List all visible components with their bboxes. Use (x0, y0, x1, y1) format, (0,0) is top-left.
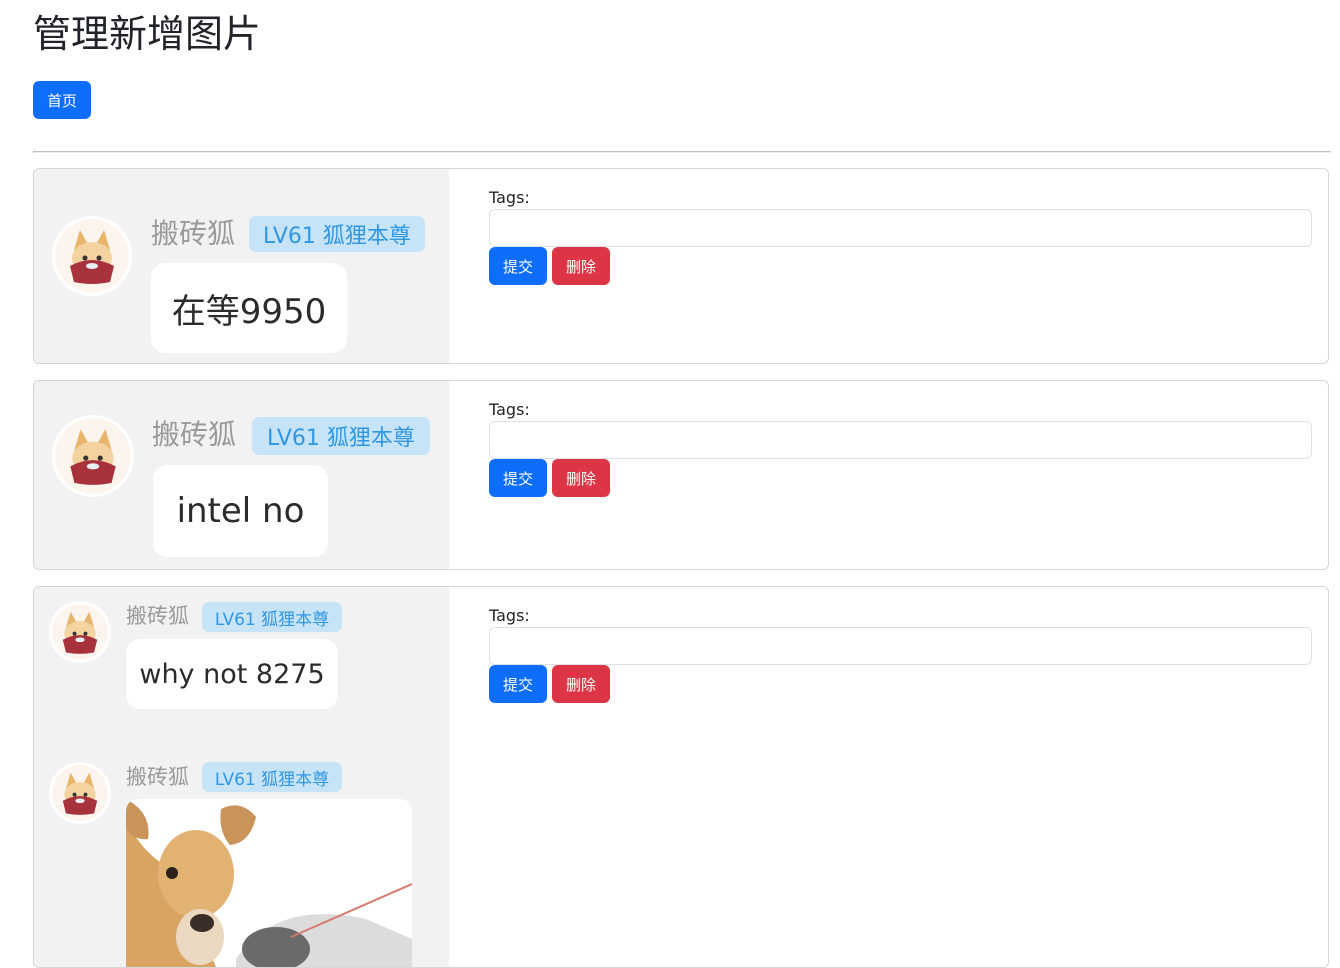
screenshot-thumbnail[interactable]: 搬砖狐 LV61 狐狸本尊 why not 8275 搬砖狐 LV61 狐狸本尊 (34, 587, 449, 967)
message-bubble: intel no (153, 465, 328, 557)
level-badge: LV61 狐狸本尊 (252, 417, 430, 455)
tags-label: Tags: (489, 606, 530, 625)
delete-button[interactable]: 删除 (552, 665, 610, 703)
level-badge: LV61 狐狸本尊 (202, 762, 342, 792)
fox-avatar-icon (55, 418, 131, 494)
fox-avatar-icon (52, 765, 108, 821)
username: 搬砖狐 (126, 765, 189, 789)
delete-button[interactable]: 删除 (552, 247, 610, 285)
tags-label: Tags: (489, 188, 530, 207)
fox-avatar-icon (55, 219, 129, 293)
level-badge: LV61 狐狸本尊 (249, 216, 425, 252)
deer-photo (126, 799, 412, 967)
image-card: 搬砖狐 LV61 狐狸本尊 在等9950 Tags: 提交 删除 (33, 168, 1329, 364)
username: 搬砖狐 (152, 418, 237, 451)
message-bubble: why not 8275 (126, 639, 338, 709)
tags-input[interactable] (489, 421, 1312, 459)
message-bubble: 在等9950 (151, 263, 347, 353)
tags-input[interactable] (489, 627, 1312, 665)
home-button[interactable]: 首页 (33, 81, 91, 119)
submit-button[interactable]: 提交 (489, 459, 547, 497)
page-title: 管理新增图片 (33, 12, 262, 56)
screenshot-thumbnail[interactable]: 搬砖狐 LV61 狐狸本尊 intel no (34, 381, 449, 569)
screenshot-thumbnail[interactable]: 搬砖狐 LV61 狐狸本尊 在等9950 (34, 169, 449, 363)
image-card: 搬砖狐 LV61 狐狸本尊 why not 8275 搬砖狐 LV61 狐狸本尊 (33, 586, 1329, 968)
divider (33, 151, 1331, 153)
submit-button[interactable]: 提交 (489, 247, 547, 285)
submit-button[interactable]: 提交 (489, 665, 547, 703)
tags-label: Tags: (489, 400, 530, 419)
tags-input[interactable] (489, 209, 1312, 247)
level-badge: LV61 狐狸本尊 (202, 602, 342, 632)
image-card: 搬砖狐 LV61 狐狸本尊 intel no Tags: 提交 删除 (33, 380, 1329, 570)
username: 搬砖狐 (126, 604, 189, 628)
fox-avatar-icon (52, 604, 108, 660)
username: 搬砖狐 (151, 217, 236, 250)
delete-button[interactable]: 删除 (552, 459, 610, 497)
